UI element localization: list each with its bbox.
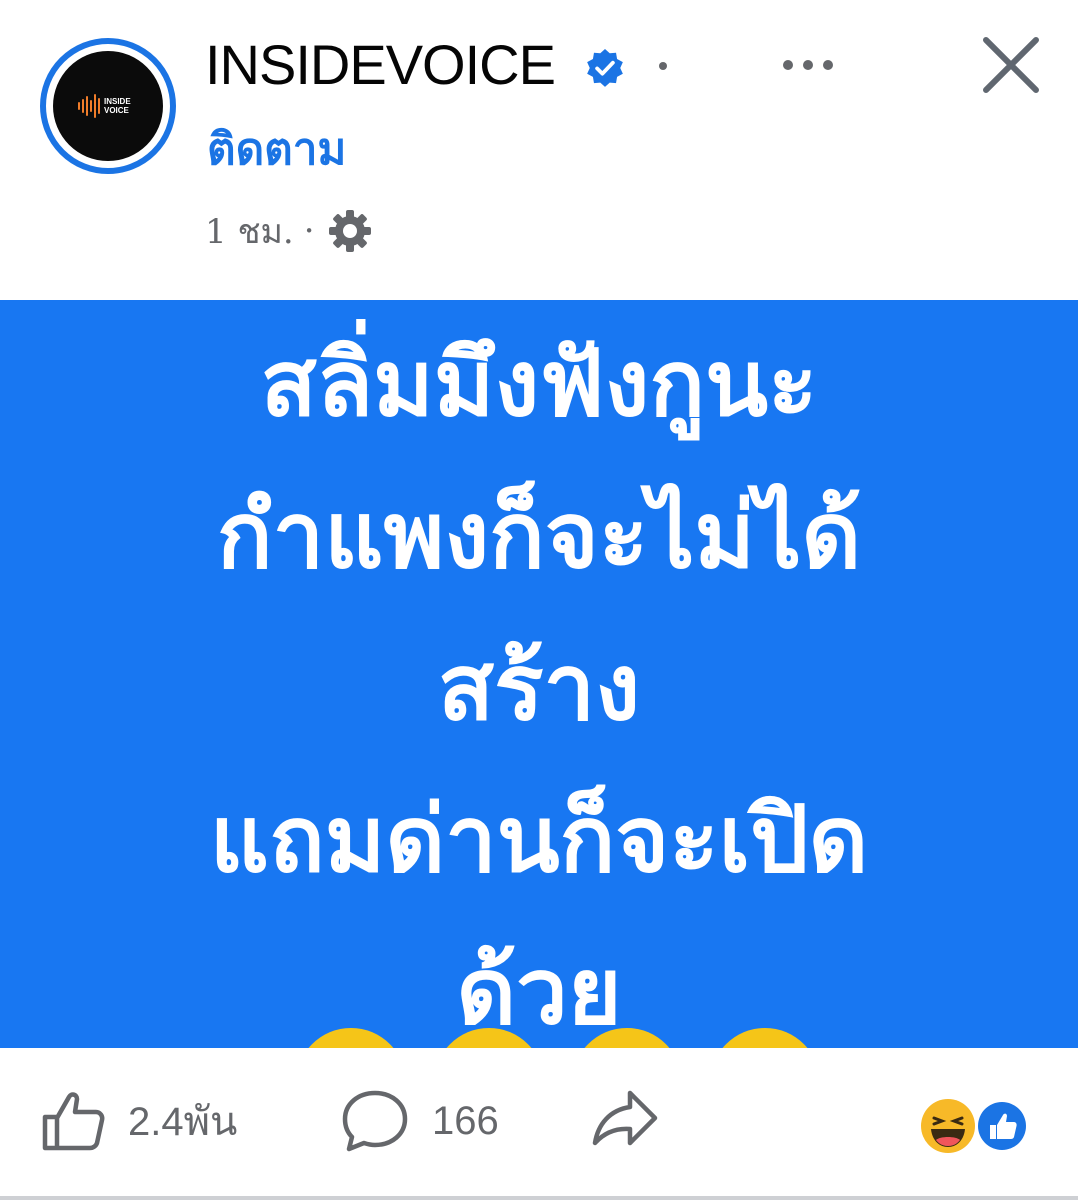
post-text-line: กำแพงก็จะไม่ได้	[216, 482, 862, 589]
haha-reaction-icon	[921, 1099, 975, 1153]
meta-separator: ·	[303, 211, 315, 251]
post-text: สลิ่มมึงฟังกูนะ กำแพงก็จะไม่ได้ สร้าง แถ…	[0, 308, 1078, 1048]
post-header: INSIDE VOICE INSIDEVOICE ติดตาม 1 ชม. ·	[0, 0, 1078, 300]
divider	[0, 1196, 1078, 1200]
like-button[interactable]: 2.4พัน	[40, 1088, 237, 1154]
more-options-icon[interactable]	[770, 50, 846, 80]
header-separator-dot	[659, 62, 667, 70]
thumbs-up-icon	[42, 1092, 105, 1151]
soundwave-icon	[78, 94, 100, 118]
page-name[interactable]: INSIDEVOICE	[205, 30, 556, 100]
gear-icon[interactable]	[325, 206, 375, 256]
post-timestamp[interactable]: 1 ชม.	[205, 204, 294, 258]
like-count: 2.4พัน	[128, 1100, 238, 1144]
post-text-line: สลิ่มมึงฟังกูนะ	[260, 330, 818, 437]
share-button[interactable]	[590, 1088, 660, 1148]
share-arrow-icon	[592, 1090, 658, 1146]
post-text-line: แถมด่านก็จะเปิด	[209, 786, 869, 893]
comment-bubble-icon	[342, 1090, 408, 1152]
like-reaction-icon	[975, 1099, 1029, 1153]
follow-button[interactable]: ติดตาม	[207, 120, 346, 180]
post-meta: 1 ชม. ·	[205, 204, 375, 258]
avatar[interactable]: INSIDE VOICE	[40, 38, 176, 174]
comment-button[interactable]: 166	[340, 1088, 499, 1154]
post-text-image[interactable]: สลิ่มมึงฟังกูนะ กำแพงก็จะไม่ได้ สร้าง แถ…	[0, 300, 1078, 1048]
avatar-logo-text: INSIDE VOICE	[104, 97, 131, 115]
comment-count: 166	[432, 1098, 499, 1143]
post-text-line: สร้าง	[437, 634, 641, 741]
post-actions-bar: 2.4พัน 166	[0, 1048, 1078, 1200]
avatar-logo: INSIDE VOICE	[53, 51, 163, 161]
close-icon[interactable]	[978, 32, 1044, 98]
reactions-summary[interactable]	[920, 1098, 1032, 1154]
verified-badge-icon	[587, 49, 623, 87]
post-text-line: ด้วย	[456, 938, 622, 1045]
